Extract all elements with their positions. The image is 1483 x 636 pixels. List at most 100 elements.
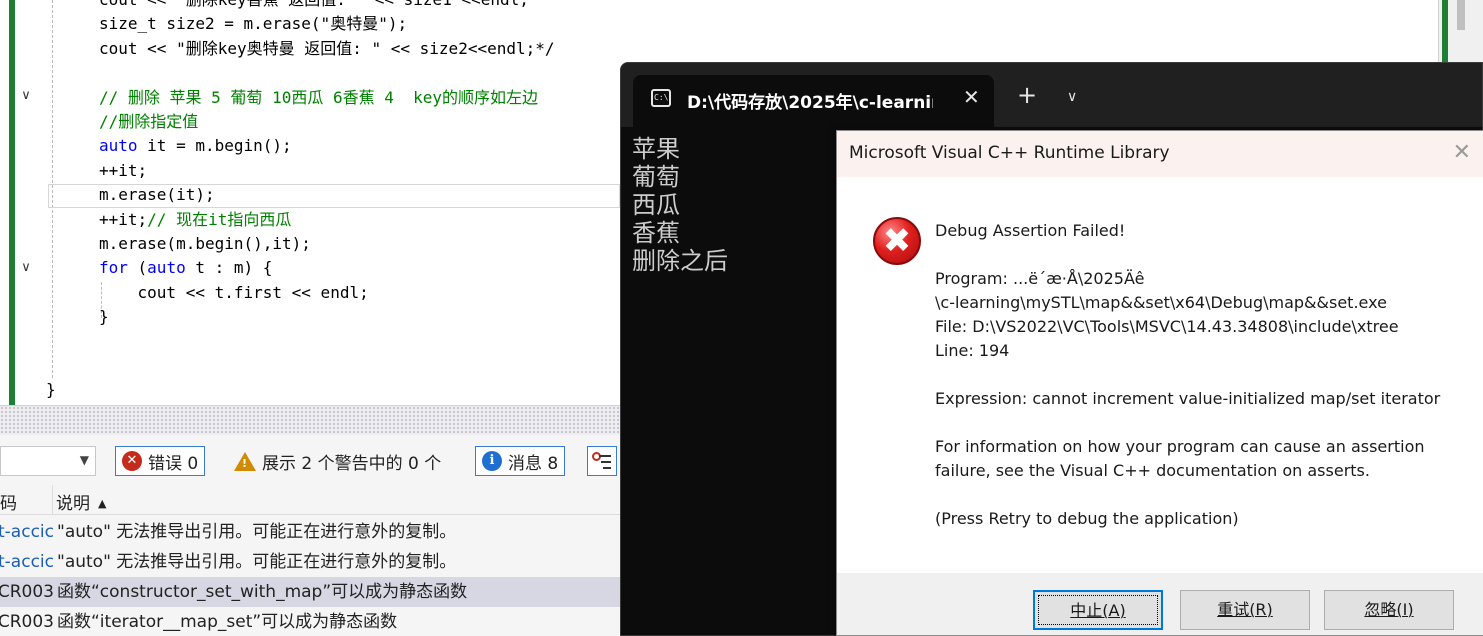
error-list-panel: ▼ ✕ 错误 0 ! 展示 2 个警告中的 0 个 i 消息 8 码 说明 ▲ l… [0, 405, 622, 636]
terminal-tab[interactable]: C:\ D:\代码存放\2025年\c-learning ✕ [633, 75, 994, 127]
column-header-description[interactable]: 说明 ▲ [56, 489, 106, 514]
error-list-row[interactable]: lint-t-accic"auto" 无法推导出引用。可能正在进行意外的复制。 [0, 517, 622, 547]
column-separator[interactable] [52, 485, 53, 515]
error-list-toolbar: ▼ ✕ 错误 0 ! 展示 2 个警告中的 0 个 i 消息 8 [0, 443, 622, 479]
code-text: cout << "删除key奥特曼 返回值: " << size2<<endl;… [99, 38, 555, 58]
code-comment: //删除指定值 [99, 112, 199, 131]
sort-ascending-icon: ▲ [98, 497, 107, 510]
dialog-button-bar: 中止(A) 重试(R) 忽略(I) [837, 573, 1483, 635]
panel-splitter[interactable] [0, 405, 622, 435]
row-code: VCR003 [0, 612, 54, 632]
new-tab-icon[interactable]: + [1017, 83, 1037, 107]
code-keyword: for [99, 258, 128, 278]
row-description: 函数“constructor_set_with_map”可以成为静态函数 [57, 582, 468, 602]
focus-rectangle [1038, 595, 1158, 625]
close-icon[interactable]: ✕ [1453, 140, 1471, 165]
program-line-2: \c-learning\mySTL\map&&set\x64\Debug\map… [935, 293, 1387, 312]
code-comment: // 现在it指向西瓜 [147, 209, 292, 229]
code-line[interactable]: cout << t.first << endl; [99, 281, 369, 305]
code-text: cout << "删除key香蕉 返回值: " << size1 <<endl; [99, 0, 529, 9]
warnings-filter-label: 展示 2 个警告中的 0 个 [262, 453, 442, 474]
row-code: VCR003 [0, 582, 54, 602]
code-text: m.erase(it); [99, 185, 215, 205]
error-list-row[interactable]: VCR003函数“constructor_set_with_map”可以成为静态… [0, 577, 622, 607]
column-header-code[interactable]: 码 [0, 489, 17, 514]
row-code[interactable]: lint-t-accic [0, 517, 54, 547]
error-icon: ✖ [873, 217, 921, 265]
terminal-tab-title: D:\代码存放\2025年\c-learning [687, 93, 933, 113]
code-line[interactable]: m.erase(m.begin(),it); [99, 232, 311, 256]
ignore-button[interactable]: 忽略(I) [1324, 590, 1454, 630]
code-text: ++it; [99, 160, 148, 180]
scrollbar-thumb[interactable] [1457, 0, 1465, 30]
code-line[interactable]: size_t size2 = m.erase("奥特曼"); [99, 12, 407, 36]
dialog-title: Microsoft Visual C++ Runtime Library [849, 143, 1170, 163]
code-line[interactable]: ++it;// 现在it指向西瓜 [99, 208, 291, 232]
change-indicator-bar [9, 0, 15, 405]
file-line: File: D:\VS2022\VC\Tools\MSVC\14.43.3480… [935, 317, 1399, 336]
warning-icon: ! [234, 451, 256, 471]
press-retry-hint: (Press Retry to debug the application) [935, 509, 1239, 528]
code-line[interactable]: cout << "删除key香蕉 返回值: " << size1 <<endl; [99, 0, 529, 12]
code-text: ++it; [99, 209, 148, 229]
fold-toggle-icon[interactable]: ∨ [18, 260, 34, 276]
code-line[interactable]: } [99, 305, 109, 329]
error-list-row[interactable]: VCR003函数“iterator__map_set”可以成为静态函数 [0, 607, 622, 636]
assertion-dialog: Microsoft Visual C++ Runtime Library ✕ ✖… [836, 130, 1483, 636]
row-code[interactable]: lint-t-accic [0, 547, 54, 577]
code-text: size_t size2 = m.erase("奥特曼"); [99, 14, 408, 34]
assertion-heading: Debug Assertion Failed! [935, 221, 1126, 240]
errors-filter-label: 错误 0 [148, 453, 199, 474]
warnings-filter-button[interactable]: ! 展示 2 个警告中的 0 个 [227, 446, 448, 476]
row-description: "auto" 无法推导出引用。可能正在进行意外的复制。 [57, 522, 457, 542]
chevron-down-icon: ▼ [79, 453, 89, 467]
row-description: 函数“iterator__map_set”可以成为静态函数 [57, 612, 398, 632]
column-header-description-label: 说明 [56, 494, 90, 514]
messages-filter-label: 消息 8 [508, 453, 559, 474]
scrollbar-change-marker [1442, 0, 1448, 66]
terminal-output: 苹果 葡萄 西瓜 香蕉 删除之后 [632, 135, 728, 275]
info-icon: i [482, 451, 502, 471]
filter-icon [591, 451, 613, 471]
code-keyword: auto [99, 136, 138, 156]
info-line-1: For information on how your program can … [935, 437, 1425, 456]
build-filter-button[interactable] [587, 446, 617, 476]
retry-button[interactable]: 重试(R) [1180, 590, 1310, 630]
code-comment: // 删除 苹果 5 葡萄 10西瓜 6香蕉 4 key的顺序如左边 [99, 87, 539, 107]
code-text: it = m.begin(); [137, 136, 292, 156]
line-number: Line: 194 [935, 341, 1010, 360]
code-line[interactable]: cout << "删除key奥特曼 返回值: " << size2<<endl;… [99, 37, 555, 61]
ignore-button-label: 忽略(I) [1364, 600, 1414, 619]
scope-dropdown[interactable]: ▼ [0, 446, 96, 476]
info-line-2: failure, see the Visual C++ documentatio… [935, 461, 1370, 480]
row-description: "auto" 无法推导出引用。可能正在进行意外的复制。 [57, 552, 457, 572]
cmd-icon: C:\ [651, 89, 671, 107]
code-line[interactable]: ++it; [99, 159, 147, 183]
expression-line: Expression: cannot increment value-initi… [935, 389, 1441, 408]
error-list-row[interactable]: lint-t-accic"auto" 无法推导出引用。可能正在进行意外的复制。 [0, 547, 622, 577]
code-line[interactable]: auto it = m.begin(); [99, 134, 292, 158]
messages-filter-button[interactable]: i 消息 8 [475, 446, 566, 476]
code-keyword: auto [147, 258, 186, 278]
code-text: } [99, 307, 109, 327]
code-text: cout << t.first << endl; [99, 282, 369, 302]
program-line-1: Program: ...ë´æ·Å\2025Äê [935, 269, 1145, 288]
code-line[interactable]: for (auto t : m) { [99, 256, 272, 280]
code-text: ( [127, 258, 148, 278]
error-icon: ✕ [122, 451, 142, 471]
errors-filter-button[interactable]: ✕ 错误 0 [115, 446, 206, 476]
fold-toggle-icon[interactable]: ∨ [18, 88, 34, 104]
retry-button-label: 重试(R) [1217, 600, 1273, 619]
dialog-titlebar[interactable]: Microsoft Visual C++ Runtime Library ✕ [837, 131, 1483, 177]
code-line[interactable]: //删除指定值 [99, 110, 198, 134]
code-text: m.erase(m.begin(),it); [99, 234, 311, 253]
code-line[interactable]: m.erase(it); [99, 183, 215, 207]
close-tab-icon[interactable]: ✕ [963, 85, 980, 109]
terminal-tab-bar: C:\ D:\代码存放\2025年\c-learning ✕ + ∨ [621, 63, 1482, 127]
abort-button[interactable]: 中止(A) [1033, 590, 1163, 630]
error-list-header: 码 说明 ▲ [0, 485, 622, 515]
code-line[interactable]: // 删除 苹果 5 葡萄 10西瓜 6香蕉 4 key的顺序如左边 [99, 86, 538, 110]
chevron-down-icon[interactable]: ∨ [1067, 89, 1077, 105]
code-text: t : m) { [185, 258, 273, 278]
closing-brace: } [46, 380, 56, 399]
